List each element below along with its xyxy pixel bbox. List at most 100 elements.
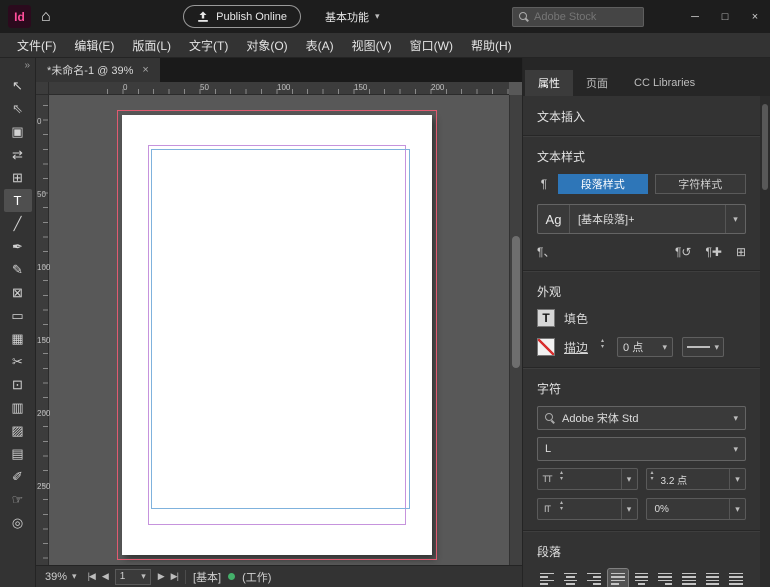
previous-page-button[interactable]: ◀ [102,571,108,582]
new-style-icon[interactable]: ¶✚ [705,245,722,259]
minimize-button[interactable]: ─ [680,0,710,33]
hand-tool[interactable]: ☞ [4,488,32,511]
menu-window[interactable]: 窗口(W) [401,37,462,54]
chevron-down-icon[interactable]: ▾ [556,479,567,485]
leading-stepper[interactable]: ▴ ▾ [647,473,658,485]
paragraph-styles-tab[interactable]: 段落样式 [558,174,648,194]
justify-center-button[interactable] [632,569,652,587]
kerning-combo[interactable]: IT ▴ ▾ ▾ [537,498,638,520]
maximize-button[interactable]: □ [710,0,740,33]
search-input[interactable] [534,11,637,23]
panel-scrollbar-thumb[interactable] [762,104,768,190]
fill-swatch[interactable]: T [537,309,555,327]
justify-right-button[interactable] [655,569,675,587]
home-icon[interactable]: ⌂ [41,9,51,25]
document-page[interactable] [122,115,432,555]
zoom-level-control[interactable]: 39% ▾ [45,571,81,583]
vertical-ruler[interactable]: 0 50 100 150 200 250 [36,95,49,565]
tab-properties[interactable]: 属性 [525,70,573,96]
align-left-button[interactable] [537,569,557,587]
font-size-combo[interactable]: TT ▴ ▾ ▾ [537,468,638,490]
menu-layout[interactable]: 版面(L) [123,37,180,54]
align-center-button[interactable] [561,569,581,587]
tracking-combo[interactable]: 0% ▾ [646,498,747,520]
style-options-icon[interactable]: ⊞ [736,245,746,259]
align-toward-spine-button[interactable] [703,569,723,587]
menu-object[interactable]: 对象(O) [237,37,296,54]
scrollbar-thumb[interactable] [512,236,520,368]
tab-pages[interactable]: 页面 [573,70,621,96]
justify-all-button[interactable] [679,569,699,587]
last-page-button[interactable]: ▶| [171,571,178,582]
publish-online-button[interactable]: Publish Online [183,5,301,28]
redefine-style-icon[interactable]: ¶↺ [675,245,692,259]
stroke-style-select[interactable]: ▾ [682,337,724,357]
stroke-label[interactable]: 描边 [564,339,588,356]
gap-tool[interactable]: ⇄ [4,143,32,166]
free-transform-tool[interactable]: ⊡ [4,373,32,396]
ruler-origin-corner[interactable] [36,82,49,95]
rectangle-tool[interactable]: ▭ [4,304,32,327]
menu-table[interactable]: 表(A) [297,37,343,54]
note-tool[interactable]: ▤ [4,442,32,465]
selection-tool[interactable]: ↖ [4,74,32,97]
chevron-down-icon[interactable]: ▾ [725,205,745,233]
character-styles-tab[interactable]: 字符样式 [655,174,747,194]
font-style-select[interactable]: L ▾ [537,437,746,461]
font-family-select[interactable]: Adobe 宋体 Std ▾ [537,406,746,430]
polygon-tool[interactable]: ▦ [4,327,32,350]
tab-close-icon[interactable]: × [142,64,148,76]
menu-edit[interactable]: 编辑(E) [65,37,123,54]
pen-tool[interactable]: ✒ [4,235,32,258]
panel-scrollbar[interactable] [760,96,770,587]
chevron-down-icon[interactable]: ▾ [647,479,658,485]
stroke-weight-select[interactable]: 0 点 ▾ [617,337,673,357]
document-tab[interactable]: *未命名-1 @ 39% × [36,58,160,82]
show-hidden-chars-icon[interactable]: ¶、 [537,243,555,260]
chevron-down-icon[interactable]: ▾ [729,469,745,489]
paragraph-style-select[interactable]: Ag [基本段落]+ ▾ [537,204,746,234]
scissors-tool[interactable]: ✂ [4,350,32,373]
chevron-down-icon[interactable]: ▾ [597,347,608,353]
align-right-button[interactable] [584,569,604,587]
stock-search-box[interactable] [512,7,644,27]
next-page-button[interactable]: ▶ [158,571,164,582]
content-collector-tool[interactable]: ⊞ [4,166,32,189]
page-number-select[interactable]: 1 ▾ [115,569,151,585]
align-away-spine-button[interactable] [726,569,746,587]
direct-selection-tool[interactable]: ⇖ [4,97,32,120]
app-logo-icon[interactable]: Id [8,5,31,28]
workspace-switcher[interactable]: 基本功能 ▾ [325,9,380,25]
tab-cc-libraries[interactable]: CC Libraries [621,70,708,96]
toolbar-collapse-icon[interactable]: » [0,58,35,74]
eyedropper-tool[interactable]: ✐ [4,465,32,488]
font-size-stepper[interactable]: ▴ ▾ [556,473,567,485]
pencil-tool[interactable]: ✎ [4,258,32,281]
chevron-down-icon[interactable]: ▾ [621,469,637,489]
zoom-tool[interactable]: ◎ [4,511,32,534]
stroke-swatch[interactable] [537,338,555,356]
preflight-profile[interactable]: [基本] [193,569,221,585]
menu-view[interactable]: 视图(V) [343,37,401,54]
leading-combo[interactable]: ▴ ▾ 3.2 点 ▾ [646,468,747,490]
chevron-down-icon[interactable]: ▾ [621,499,637,519]
gradient-swatch-tool[interactable]: ▥ [4,396,32,419]
page-tool[interactable]: ▣ [4,120,32,143]
chevron-down-icon[interactable]: ▾ [729,499,745,519]
type-tool[interactable]: T [4,189,32,212]
justify-left-button[interactable] [608,569,628,587]
menu-file[interactable]: 文件(F) [8,37,65,54]
stroke-weight-stepper[interactable]: ▴ ▾ [597,341,608,353]
gradient-feather-tool[interactable]: ▨ [4,419,32,442]
first-page-button[interactable]: |◀ [88,571,95,582]
horizontal-ruler[interactable]: 0 50 100 150 200 [49,82,509,95]
close-button[interactable]: × [740,0,770,33]
text-frame[interactable] [151,149,410,509]
menu-help[interactable]: 帮助(H) [462,37,521,54]
kerning-stepper[interactable]: ▴ ▾ [556,503,567,515]
rectangle-frame-tool[interactable]: ⊠ [4,281,32,304]
menu-type[interactable]: 文字(T) [180,37,237,54]
chevron-down-icon[interactable]: ▾ [556,509,567,515]
line-tool[interactable]: ╱ [4,212,32,235]
vertical-scrollbar[interactable] [509,95,522,565]
